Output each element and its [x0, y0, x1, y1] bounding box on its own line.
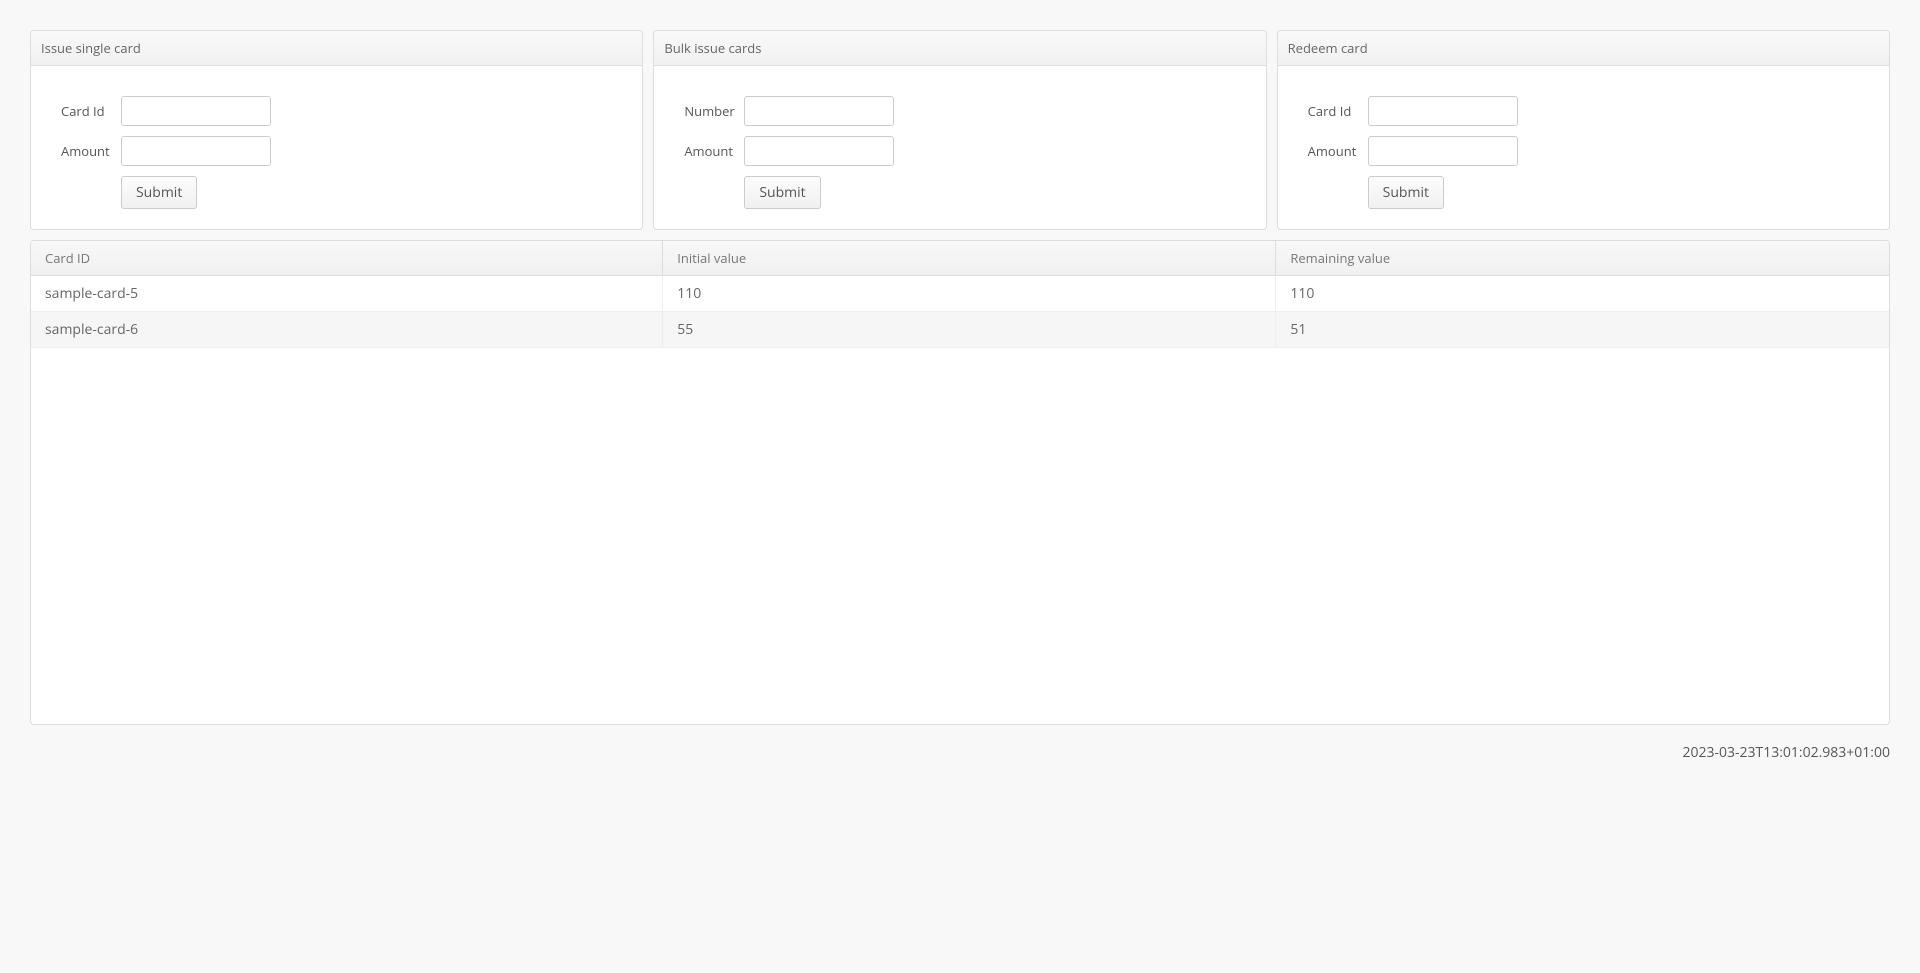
timestamp: 2023-03-23T13:01:02.983+01:00	[30, 743, 1890, 762]
bulk-issue-cards-panel: Bulk issue cards Number Amount Submit	[653, 30, 1266, 230]
col-header-card-id: Card ID	[31, 241, 663, 276]
form-row-card-id: Card Id	[61, 96, 612, 126]
issue-single-submit-button[interactable]: Submit	[121, 176, 197, 209]
bulk-issue-amount-input[interactable]	[744, 136, 894, 166]
issue-single-card-panel: Issue single card Card Id Amount Submit	[30, 30, 643, 230]
form-submit-row: Submit	[61, 176, 612, 209]
issue-single-amount-input[interactable]	[121, 136, 271, 166]
table-row: sample-card-5110110	[31, 276, 1889, 312]
amount-label: Amount	[1308, 142, 1368, 160]
cell-initial-value: 110	[663, 276, 1276, 312]
cards-table-container: Card ID Initial value Remaining value sa…	[30, 240, 1890, 725]
form-submit-row: Submit	[1308, 176, 1859, 209]
cards-table: Card ID Initial value Remaining value sa…	[31, 241, 1889, 348]
form-row-number: Number	[684, 96, 1235, 126]
table-row: sample-card-65551	[31, 312, 1889, 348]
form-row-amount: Amount	[61, 136, 612, 166]
amount-label: Amount	[61, 142, 121, 160]
redeem-amount-input[interactable]	[1368, 136, 1518, 166]
form-submit-row: Submit	[684, 176, 1235, 209]
table-header-row: Card ID Initial value Remaining value	[31, 241, 1889, 276]
cell-remaining-value: 110	[1276, 276, 1889, 312]
cell-card-id: sample-card-6	[31, 312, 663, 348]
bulk-issue-number-input[interactable]	[744, 96, 894, 126]
redeem-submit-button[interactable]: Submit	[1368, 176, 1444, 209]
form-row-amount: Amount	[1308, 136, 1859, 166]
panel-body: Number Amount Submit	[654, 66, 1265, 229]
panel-heading: Bulk issue cards	[654, 31, 1265, 66]
redeem-card-id-input[interactable]	[1368, 96, 1518, 126]
redeem-card-panel: Redeem card Card Id Amount Submit	[1277, 30, 1890, 230]
cell-initial-value: 55	[663, 312, 1276, 348]
spacer	[684, 176, 744, 209]
amount-label: Amount	[684, 142, 744, 160]
form-row-amount: Amount	[684, 136, 1235, 166]
spacer	[61, 176, 121, 209]
panels-row: Issue single card Card Id Amount Submit …	[30, 30, 1890, 230]
form-row-card-id: Card Id	[1308, 96, 1859, 126]
issue-single-card-id-input[interactable]	[121, 96, 271, 126]
cell-card-id: sample-card-5	[31, 276, 663, 312]
panel-body: Card Id Amount Submit	[31, 66, 642, 229]
bulk-issue-submit-button[interactable]: Submit	[744, 176, 820, 209]
panel-heading: Redeem card	[1278, 31, 1889, 66]
card-id-label: Card Id	[61, 102, 121, 120]
card-id-label: Card Id	[1308, 102, 1368, 120]
number-label: Number	[684, 102, 744, 120]
panel-heading: Issue single card	[31, 31, 642, 66]
col-header-initial-value: Initial value	[663, 241, 1276, 276]
panel-body: Card Id Amount Submit	[1278, 66, 1889, 229]
cell-remaining-value: 51	[1276, 312, 1889, 348]
col-header-remaining-value: Remaining value	[1276, 241, 1889, 276]
spacer	[1308, 176, 1368, 209]
